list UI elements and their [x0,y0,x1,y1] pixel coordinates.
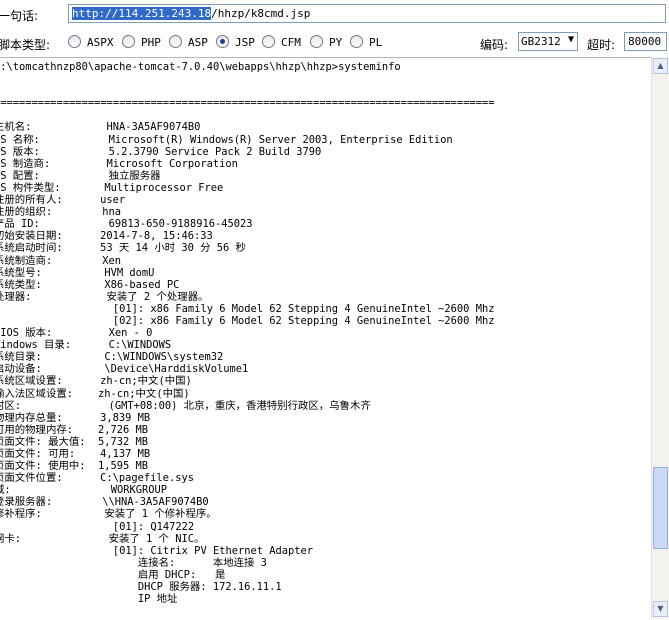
radio-php[interactable]: PHP [122,35,161,49]
radio-aspx-icon [68,35,81,48]
radio-asp-icon [169,35,182,48]
encoding-select[interactable]: GB2312 ▼ [518,32,578,51]
radio-aspx[interactable]: ASPX [68,35,114,49]
encoding-value: GB2312 [521,35,561,48]
command-output-area[interactable]: C:\tomcathnzp80\apache-tomcat-7.0.40\web… [0,57,651,620]
url-input[interactable]: http://114.251.243.18/hhzp/k8cmd.jsp [68,4,666,23]
scroll-up-button[interactable]: ▲ [653,58,668,74]
chevron-down-icon: ▼ [567,34,574,45]
radio-cfm[interactable]: CFM [262,35,301,49]
radio-pl-icon [350,35,363,48]
script-type-row: 脚本类型: ASPX PHP ASP JSP CFM PY PL 编码: GB2… [0,29,669,57]
radio-php-icon [122,35,135,48]
url-selected-text: http://114.251.243.18 [72,7,212,20]
radio-py[interactable]: PY [310,35,342,49]
scroll-up-icon: ▲ [657,61,664,70]
radio-cfm-icon [262,35,275,48]
url-label: 一句话: [0,9,39,23]
command-output-text: C:\tomcathnzp80\apache-tomcat-7.0.40\web… [0,61,495,606]
timeout-label: 超时: [587,38,616,52]
radio-jsp[interactable]: JSP [216,35,255,49]
scroll-thumb[interactable] [653,467,668,549]
encoding-label: 编码: [480,38,509,52]
radio-pl[interactable]: PL [350,35,382,49]
radio-jsp-icon [216,35,229,48]
scroll-down-button[interactable]: ▼ [653,601,668,617]
radio-asp[interactable]: ASP [169,35,208,49]
timeout-input[interactable]: 80000 [624,32,667,51]
scroll-down-icon: ▼ [657,604,664,613]
url-row: 一句话: http://114.251.243.18/hhzp/k8cmd.js… [0,0,669,29]
url-rest-text: /hhzp/k8cmd.jsp [211,7,311,20]
radio-py-icon [310,35,323,48]
vertical-scrollbar[interactable]: ▲ ▼ [651,57,669,619]
script-type-label: 脚本类型: [0,38,51,52]
